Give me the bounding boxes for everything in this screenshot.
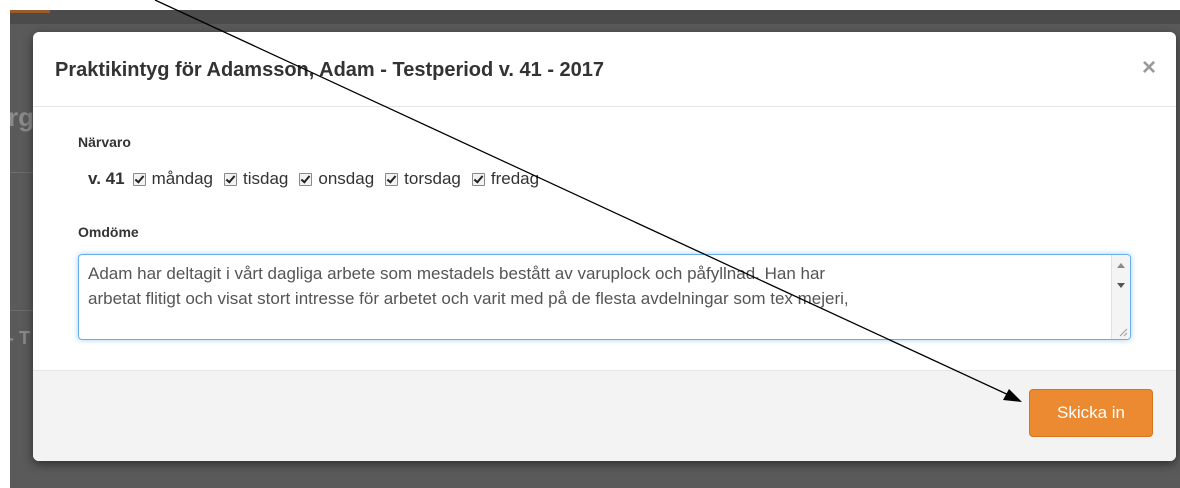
submit-button[interactable]: Skicka in	[1029, 389, 1153, 437]
checkbox-checked-icon[interactable]	[224, 172, 237, 186]
modal-footer	[33, 370, 1176, 461]
day-checkbox-thursday[interactable]: torsdag	[385, 169, 461, 189]
attendance-row: v. 41 måndag tisdag onsdag torsdag freda…	[88, 168, 550, 190]
background-accent	[10, 10, 50, 13]
background-header	[10, 10, 1180, 24]
day-checkbox-tuesday[interactable]: tisdag	[224, 169, 288, 189]
day-label: fredag	[490, 169, 540, 188]
review-text[interactable]: Adam har deltagit i vårt dagliga arbete …	[88, 261, 1098, 311]
background-text-fragment: - T	[10, 328, 30, 348]
scroll-down-icon[interactable]	[1117, 283, 1125, 288]
day-label: måndag	[151, 169, 213, 188]
background-text-fragment: rg	[10, 102, 34, 132]
review-textarea[interactable]: Adam har deltagit i vårt dagliga arbete …	[78, 254, 1131, 340]
review-label: Omdöme	[78, 224, 139, 240]
checkbox-checked-icon[interactable]	[299, 172, 313, 186]
certificate-modal: Praktikintyg för Adamsson, Adam - Testpe…	[33, 32, 1176, 461]
modal-header: Praktikintyg för Adamsson, Adam - Testpe…	[33, 32, 1176, 107]
day-label: tisdag	[243, 169, 289, 188]
attendance-label: Närvaro	[78, 134, 131, 150]
scroll-up-icon[interactable]	[1117, 263, 1125, 268]
day-checkbox-friday[interactable]: fredag	[471, 169, 540, 189]
day-checkbox-wednesday[interactable]: onsdag	[299, 169, 374, 189]
checkbox-checked-icon[interactable]	[132, 172, 146, 186]
modal-title: Praktikintyg för Adamsson, Adam - Testpe…	[55, 59, 605, 81]
resize-grip-icon[interactable]	[1118, 327, 1128, 337]
close-icon[interactable]: ×	[1142, 56, 1156, 80]
checkbox-checked-icon[interactable]	[385, 172, 399, 186]
week-label: v. 41	[88, 169, 125, 188]
checkbox-checked-icon[interactable]	[471, 172, 485, 186]
day-label: torsdag	[404, 169, 461, 188]
day-label: onsdag	[318, 169, 375, 188]
day-checkbox-monday[interactable]: måndag	[132, 169, 213, 189]
